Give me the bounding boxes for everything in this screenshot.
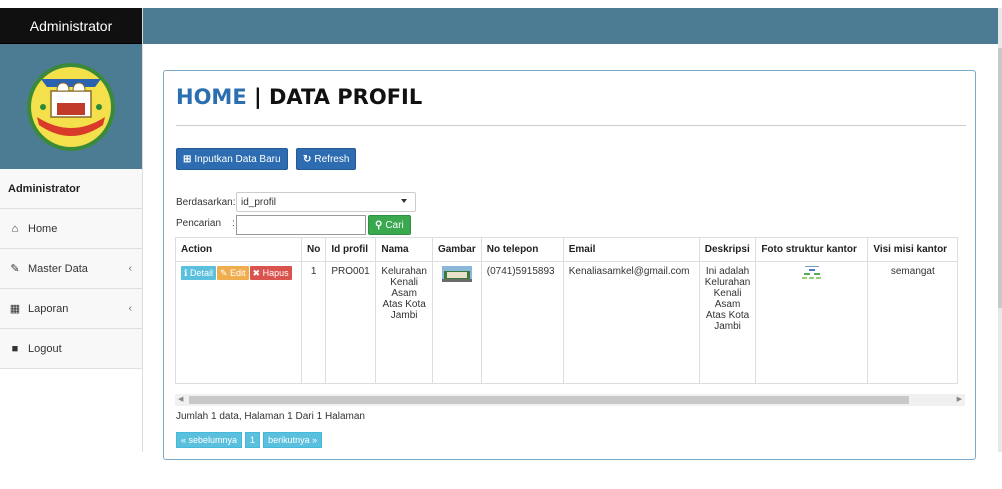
refresh-icon: ↻: [303, 153, 312, 165]
info-icon: ℹ: [184, 268, 188, 278]
sidebar-item-master-data[interactable]: ✎ Master Data ‹: [0, 249, 142, 289]
home-icon: ⌂: [11, 222, 19, 235]
data-table: Action No Id profil Nama Gambar No telep…: [175, 237, 959, 384]
cell-email: Kenaliasamkel@gmail.com: [562, 261, 700, 384]
action-cell: ℹ Detail ✎ Edit ✖ Hapus: [175, 261, 302, 384]
chevron-left-icon: ‹: [128, 263, 132, 274]
delete-button[interactable]: ✖ Hapus: [249, 266, 292, 280]
table-header-row: Action No Id profil Nama Gambar No telep…: [175, 237, 959, 262]
top-strip: [0, 0, 1002, 8]
building-photo-thumbnail: [441, 266, 472, 282]
close-icon: ✖: [252, 268, 261, 278]
pagination-summary: Jumlah 1 data, Halaman 1 Dari 1 Halaman: [176, 411, 365, 422]
divider: [176, 125, 966, 126]
cell-id-profil: PRO001: [325, 261, 377, 384]
scroll-left-arrow-icon[interactable]: ◀: [178, 395, 183, 403]
cell-no: 1: [300, 261, 327, 384]
col-nama[interactable]: Nama: [375, 237, 433, 262]
top-navbar: [143, 8, 998, 44]
page-title-section: DATA PROFIL: [268, 85, 423, 109]
plus-square-icon: ⊞: [183, 153, 192, 165]
cell-no-telepon: (0741)5915893: [480, 261, 564, 384]
edit-icon: ✎: [219, 268, 228, 278]
table-row: ℹ Detail ✎ Edit ✖ Hapus 1 PRO001 Kelurahan…: [175, 261, 959, 384]
cell-foto-struktur: [755, 261, 869, 384]
table-horizontal-scrollbar[interactable]: ◀ ▶: [175, 394, 965, 406]
sidebar-user-label: Administrator: [0, 169, 142, 209]
page-1-button[interactable]: 1: [245, 432, 261, 448]
edit-button[interactable]: ✎ Edit: [216, 266, 249, 280]
search-label-colon: :: [232, 218, 235, 229]
search-label: Pencarian: [176, 218, 222, 229]
add-new-button[interactable]: ⊞ Inputkan Data Baru: [176, 148, 288, 170]
detail-label: Detail: [189, 268, 213, 278]
col-visi-misi[interactable]: Visi misi kantor: [867, 237, 959, 262]
scroll-right-arrow-icon[interactable]: ▶: [957, 395, 962, 403]
col-no-telepon[interactable]: No telepon: [480, 237, 564, 262]
page-title-separator: |: [246, 85, 269, 109]
search-input[interactable]: [236, 215, 366, 235]
org-chart-thumbnail: [801, 266, 821, 279]
sidebar-item-home[interactable]: ⌂ Home: [0, 209, 142, 249]
logout-icon: ■: [11, 342, 19, 355]
col-id-profil[interactable]: Id profil: [325, 237, 377, 262]
sidebar-item-label: Logout: [28, 342, 62, 355]
edit-icon: ✎: [10, 263, 20, 275]
prev-page-button[interactable]: « sebelumnya: [176, 432, 243, 448]
filter-label: Berdasarkan:: [176, 197, 236, 208]
sidebar-item-logout[interactable]: ■ Logout: [0, 329, 142, 369]
cell-nama: Kelurahan Kenali Asam Atas Kota Jambi: [375, 261, 433, 384]
cell-visi-misi: semangat: [867, 261, 959, 384]
sidebar-item-label: Home: [28, 222, 58, 235]
refresh-label: Refresh: [314, 153, 350, 165]
logo-area: [0, 44, 142, 169]
caret-down-icon: [401, 199, 407, 203]
search-icon: ⚲: [375, 219, 383, 231]
page-title-home: HOME: [176, 85, 247, 109]
sidebar-item-laporan[interactable]: ▦ Laporan ‹: [0, 289, 142, 329]
edit-label: Edit: [230, 268, 246, 278]
calendar-icon: ▦: [9, 303, 21, 315]
filter-selected-value: id_profil: [241, 196, 277, 208]
col-gambar[interactable]: Gambar: [431, 237, 482, 262]
brand-title[interactable]: Administrator: [0, 8, 142, 44]
sidebar-item-label: Master Data: [28, 262, 88, 275]
search-button-label: Cari: [385, 219, 404, 231]
refresh-button[interactable]: ↻ Refresh: [296, 148, 357, 170]
chevron-left-icon: ‹: [128, 303, 132, 314]
col-deskripsi[interactable]: Deskripsi: [698, 237, 757, 262]
cell-deskripsi: Ini adalah Kelurahan Kenali Asam Atas Ko…: [698, 261, 757, 384]
col-action[interactable]: Action: [175, 237, 302, 262]
sidebar-filler: [0, 369, 142, 489]
col-foto-struktur[interactable]: Foto struktur kantor: [755, 237, 869, 262]
scrollbar-thumb[interactable]: [998, 48, 1002, 308]
col-no[interactable]: No: [300, 237, 327, 262]
filter-select[interactable]: id_profil: [236, 192, 416, 212]
cell-gambar: [431, 261, 482, 384]
search-button[interactable]: ⚲ Cari: [368, 215, 411, 235]
col-email[interactable]: Email: [562, 237, 700, 262]
page-scrollbar[interactable]: [998, 8, 1002, 452]
delete-label: Hapus: [262, 268, 289, 278]
sidebar-item-label: Laporan: [28, 302, 69, 315]
sidebar: Administrator Administrator ⌂ Home ✎ Mas…: [0, 8, 143, 489]
page-title: HOME | DATA PROFIL: [176, 85, 422, 109]
city-emblem-logo: [27, 62, 115, 151]
pagination: « sebelumnya 1 berikutnya »: [176, 432, 325, 448]
detail-button[interactable]: ℹ Detail: [181, 266, 216, 280]
add-new-label: Inputkan Data Baru: [194, 153, 281, 165]
hscroll-thumb[interactable]: [189, 396, 909, 404]
content-panel: HOME | DATA PROFIL ⊞ Inputkan Data Baru …: [163, 70, 976, 460]
next-page-button[interactable]: berikutnya »: [263, 432, 323, 448]
